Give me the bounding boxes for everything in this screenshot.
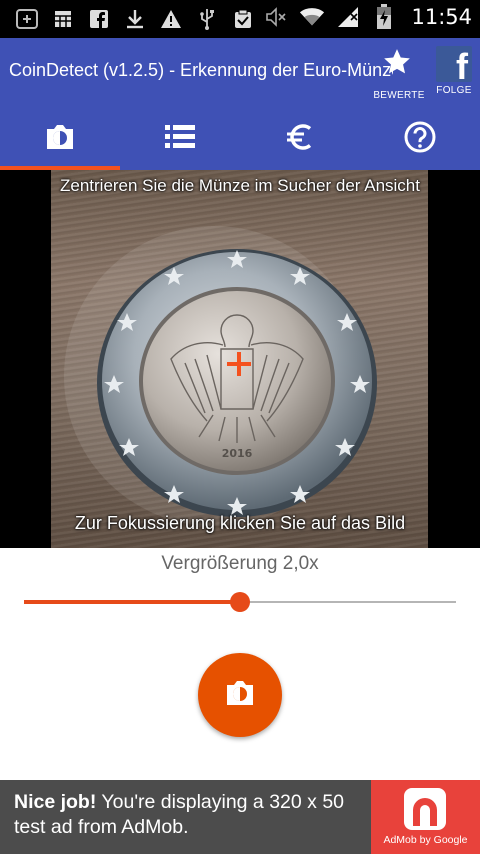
tab-camera[interactable] bbox=[0, 108, 120, 170]
slider-fill bbox=[24, 600, 240, 604]
app-bar: CoinDetect (v1.2.5) - Erkennung der Euro… bbox=[0, 38, 480, 170]
admob-badge-label: AdMob by Google bbox=[383, 834, 468, 846]
clock: 11:54 bbox=[411, 5, 472, 29]
focus-hint: Zur Fokussierung klicken Sie auf das Bil… bbox=[74, 513, 406, 533]
ad-banner[interactable]: Nice job! You're displaying a 320 x 50 t… bbox=[0, 780, 480, 854]
help-icon bbox=[404, 121, 436, 157]
rate-label: BEWERTE bbox=[373, 90, 425, 101]
list-icon bbox=[164, 124, 196, 154]
battery-charging-icon bbox=[371, 4, 397, 30]
admob-badge[interactable]: AdMob by Google bbox=[371, 780, 480, 854]
tab-help[interactable] bbox=[360, 108, 480, 170]
add-box-icon bbox=[14, 6, 40, 32]
mute-icon bbox=[263, 4, 289, 30]
rate-button[interactable]: BEWERTE bbox=[368, 48, 430, 101]
facebook-icon: f bbox=[436, 46, 472, 82]
signal-icon bbox=[335, 4, 361, 30]
admob-logo-icon bbox=[404, 788, 446, 830]
calendar-icon bbox=[50, 6, 76, 32]
tab-bar bbox=[0, 108, 480, 170]
download-icon bbox=[122, 6, 148, 32]
warning-icon bbox=[158, 6, 184, 32]
follow-label: FOLGE bbox=[436, 85, 472, 96]
facebook-notification-icon bbox=[86, 6, 112, 32]
usb-icon bbox=[194, 6, 220, 32]
coin-year: 2016 bbox=[222, 447, 253, 460]
clipboard-check-icon bbox=[230, 6, 256, 32]
camera-icon bbox=[224, 679, 256, 711]
star-icon bbox=[364, 48, 430, 82]
crosshair-icon bbox=[227, 352, 251, 376]
ad-headline: Nice job! bbox=[14, 791, 97, 813]
camera-icon bbox=[44, 123, 76, 155]
follow-button[interactable]: f FOLGE bbox=[432, 46, 476, 100]
euro-icon bbox=[285, 122, 315, 156]
center-coin-hint: Zentrieren Sie die Münze im Sucher der A… bbox=[59, 176, 420, 195]
tab-list[interactable] bbox=[120, 108, 240, 170]
zoom-slider[interactable] bbox=[24, 590, 456, 614]
app-title: CoinDetect (v1.2.5) - Erkennung der Euro… bbox=[9, 60, 393, 80]
ad-text: Nice job! You're displaying a 320 x 50 t… bbox=[14, 790, 364, 840]
slider-thumb[interactable] bbox=[230, 592, 250, 612]
wifi-icon bbox=[299, 4, 325, 30]
capture-button[interactable] bbox=[198, 653, 282, 737]
status-bar: 11:54 bbox=[0, 0, 480, 38]
tab-euro[interactable] bbox=[240, 108, 360, 170]
euro-coin-image: 2016 bbox=[97, 249, 377, 517]
zoom-label: Vergrößerung 2,0x bbox=[161, 553, 319, 574]
